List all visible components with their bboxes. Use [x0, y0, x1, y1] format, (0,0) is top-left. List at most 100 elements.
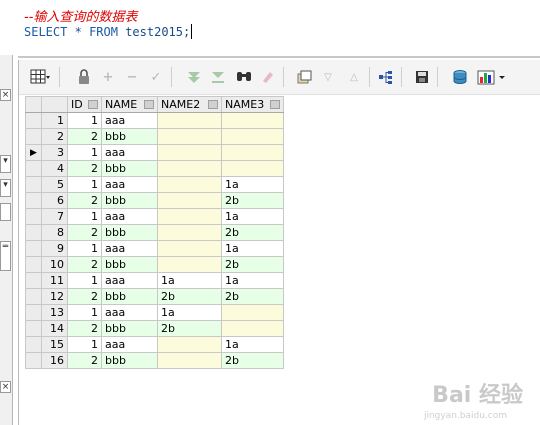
dropdown-icon[interactable]: ▾ [0, 155, 11, 173]
cell-name2[interactable] [157, 208, 222, 225]
cell-name3[interactable]: 1a [221, 272, 284, 289]
tree-icon[interactable] [377, 68, 395, 86]
check-icon[interactable]: ✓ [147, 68, 165, 86]
remove-icon[interactable]: − [123, 68, 141, 86]
row-indicator[interactable] [25, 128, 42, 145]
cell-id[interactable]: 1 [67, 336, 102, 353]
cell-name2[interactable] [157, 128, 222, 145]
row-indicator[interactable] [25, 224, 42, 241]
cell-name3[interactable]: 2b [221, 224, 284, 241]
cell-name3[interactable]: 2b [221, 256, 284, 273]
cell-id[interactable]: 1 [67, 176, 102, 193]
text-field-stub[interactable] [0, 203, 11, 221]
cell-id[interactable]: 2 [67, 320, 102, 337]
grid-icon[interactable] [29, 68, 51, 86]
row-indicator[interactable] [25, 256, 42, 273]
cell-id[interactable]: 1 [67, 208, 102, 225]
table-row[interactable]: 4 2 bbb [25, 160, 284, 177]
cell-id[interactable]: 1 [67, 304, 102, 321]
cell-name3[interactable] [221, 128, 284, 145]
db-icon[interactable] [451, 68, 469, 86]
cell-name3[interactable]: 2b [221, 192, 284, 209]
add-icon[interactable]: + [99, 68, 117, 86]
cell-name3[interactable]: 2b [221, 288, 284, 305]
cell-id[interactable]: 2 [67, 192, 102, 209]
cell-name[interactable]: bbb [101, 288, 158, 305]
cell-name[interactable]: aaa [101, 272, 158, 289]
scrollbar-stub[interactable]: ═ [0, 241, 11, 271]
nav-down-icon[interactable]: ▽ [319, 68, 337, 86]
row-indicator[interactable] [25, 288, 42, 305]
sort-icon[interactable] [208, 100, 218, 109]
table-row[interactable]: 8 2 bbb 2b [25, 224, 284, 241]
cell-name2[interactable] [157, 240, 222, 257]
cell-name[interactable]: aaa [101, 208, 158, 225]
cell-name2[interactable] [157, 112, 222, 129]
row-indicator[interactable] [25, 112, 42, 129]
sql-editor[interactable]: --输入查询的数据表 SELECT * FROM test2015; [20, 0, 540, 52]
table-row[interactable]: ▶ 3 1 aaa [25, 144, 284, 161]
column-header-name3[interactable]: NAME3 [221, 96, 284, 113]
row-indicator[interactable] [25, 320, 42, 337]
chart-icon[interactable] [477, 68, 511, 86]
sort-icon[interactable] [270, 100, 280, 109]
row-indicator[interactable] [25, 352, 42, 369]
save-icon[interactable] [413, 68, 431, 86]
row-indicator[interactable] [25, 304, 42, 321]
dropdown-icon-2[interactable]: ▾ [0, 179, 11, 197]
cell-name3[interactable] [221, 304, 284, 321]
cell-name2[interactable] [157, 144, 222, 161]
cell-name3[interactable] [221, 144, 284, 161]
table-row[interactable]: 5 1 aaa 1a [25, 176, 284, 193]
cell-id[interactable]: 1 [67, 144, 102, 161]
filter-icon[interactable] [185, 68, 203, 86]
cell-name[interactable]: bbb [101, 192, 158, 209]
cell-name2[interactable]: 1a [157, 304, 222, 321]
cell-id[interactable]: 1 [67, 272, 102, 289]
cell-id[interactable]: 2 [67, 160, 102, 177]
table-row[interactable]: 1 1 aaa [25, 112, 284, 129]
cell-name[interactable]: aaa [101, 240, 158, 257]
cell-name2[interactable] [157, 352, 222, 369]
row-indicator[interactable] [25, 160, 42, 177]
nav-up-icon[interactable]: △ [345, 68, 363, 86]
table-row[interactable]: 2 2 bbb [25, 128, 284, 145]
column-header-name[interactable]: NAME [101, 96, 158, 113]
cell-name[interactable]: bbb [101, 224, 158, 241]
close-icon-2[interactable]: × [0, 381, 11, 393]
table-row[interactable]: 14 2 bbb 2b [25, 320, 284, 337]
cell-name3[interactable]: 1a [221, 240, 284, 257]
row-indicator[interactable]: ▶ [25, 144, 42, 161]
close-icon[interactable]: × [0, 89, 11, 101]
cell-id[interactable]: 2 [67, 256, 102, 273]
cell-name3[interactable]: 1a [221, 176, 284, 193]
cell-name3[interactable] [221, 160, 284, 177]
cell-name[interactable]: bbb [101, 160, 158, 177]
table-row[interactable]: 6 2 bbb 2b [25, 192, 284, 209]
cell-name[interactable]: bbb [101, 320, 158, 337]
table-row[interactable]: 12 2 bbb 2b 2b [25, 288, 284, 305]
cell-name3[interactable] [221, 320, 284, 337]
column-header-name2[interactable]: NAME2 [157, 96, 222, 113]
cell-id[interactable]: 2 [67, 128, 102, 145]
filter-clear-icon[interactable] [209, 68, 227, 86]
cell-name2[interactable] [157, 176, 222, 193]
cell-name[interactable]: aaa [101, 336, 158, 353]
cell-name2[interactable] [157, 224, 222, 241]
cell-name2[interactable]: 2b [157, 288, 222, 305]
row-indicator[interactable] [25, 272, 42, 289]
cell-name2[interactable]: 1a [157, 272, 222, 289]
row-indicator[interactable] [25, 208, 42, 225]
cell-name[interactable]: bbb [101, 256, 158, 273]
cell-name2[interactable] [157, 192, 222, 209]
table-row[interactable]: 16 2 bbb 2b [25, 352, 284, 369]
table-row[interactable]: 9 1 aaa 1a [25, 240, 284, 257]
table-row[interactable]: 15 1 aaa 1a [25, 336, 284, 353]
row-indicator[interactable] [25, 176, 42, 193]
cell-name[interactable]: aaa [101, 144, 158, 161]
row-indicator[interactable] [25, 240, 42, 257]
lock-icon[interactable] [75, 68, 93, 86]
cell-name3[interactable] [221, 112, 284, 129]
cell-name[interactable]: aaa [101, 112, 158, 129]
export-icon[interactable] [295, 68, 313, 86]
